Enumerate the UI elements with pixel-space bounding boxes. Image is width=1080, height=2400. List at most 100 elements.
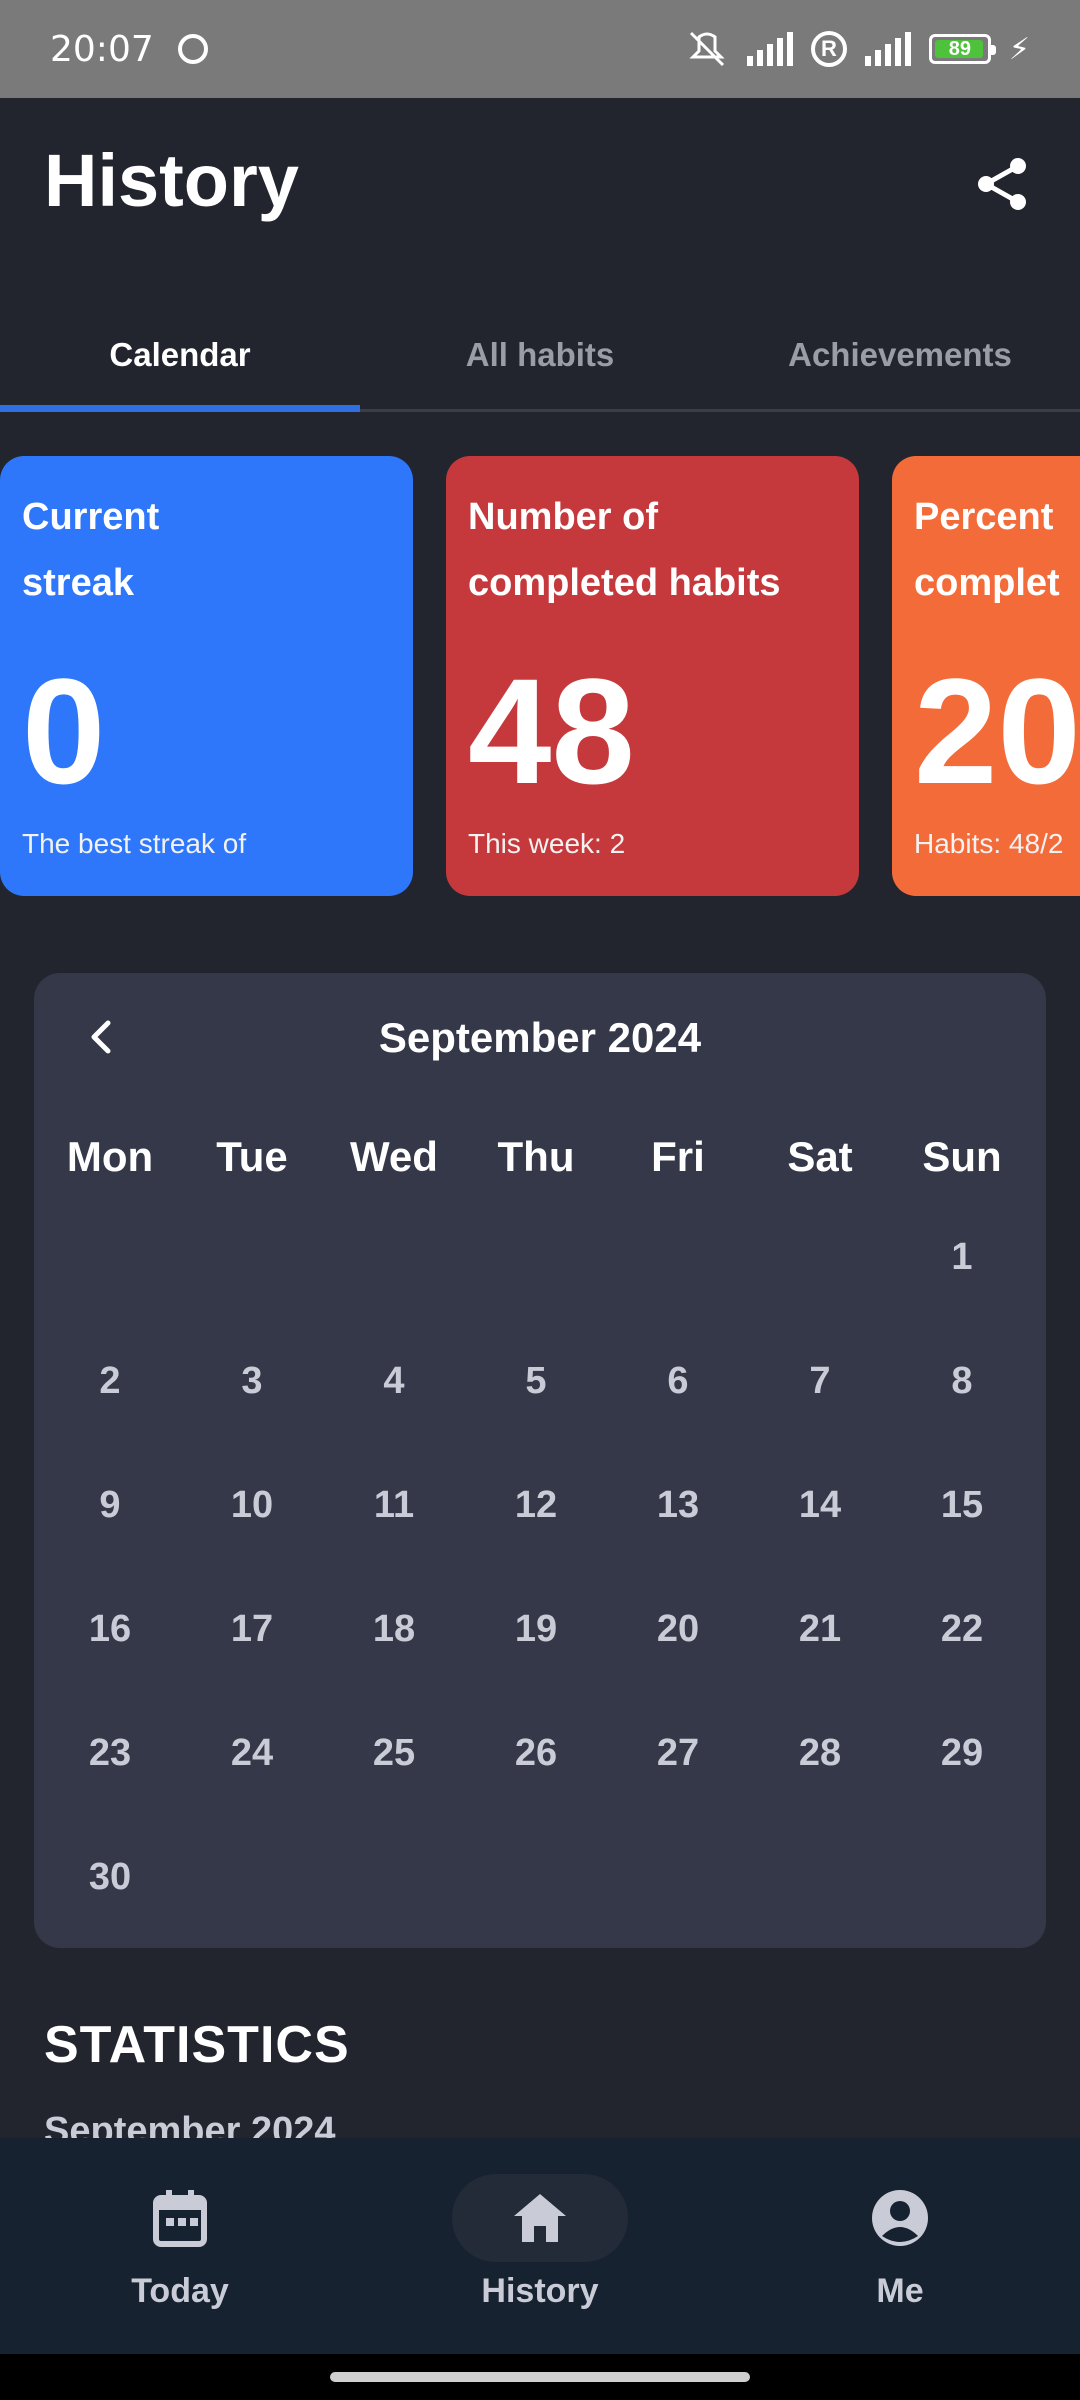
calendar-day[interactable] (181, 1225, 323, 1349)
calendar-day[interactable] (323, 1225, 465, 1349)
card-label: Percent (914, 496, 1054, 538)
weekday-label: Wed (350, 1133, 438, 1180)
calendar-day[interactable]: 23 (39, 1721, 181, 1845)
card-subtext: Habits: 48/2 (914, 828, 1064, 859)
calendar-day[interactable]: 11 (323, 1473, 465, 1597)
calendar-day[interactable] (323, 1845, 465, 1969)
tab-achievements[interactable]: Achievements (720, 300, 1080, 409)
signal-icon (746, 32, 793, 66)
nav-icon-wrap (812, 2174, 988, 2262)
nav-me[interactable]: Me (720, 2138, 1080, 2354)
calendar-day[interactable]: 22 (891, 1597, 1033, 1721)
card-label: complet (914, 562, 1060, 604)
tab-calendar[interactable]: Calendar (0, 300, 360, 412)
calendar-day[interactable]: 29 (891, 1721, 1033, 1845)
calendar-day[interactable]: 20 (607, 1597, 749, 1721)
calendar-day[interactable] (607, 1845, 749, 1969)
calendar-icon (153, 2190, 207, 2247)
calendar-day[interactable] (465, 1225, 607, 1349)
calendar-day[interactable]: 21 (749, 1597, 891, 1721)
calendar-day[interactable]: 14 (749, 1473, 891, 1597)
calendar-day[interactable]: 17 (181, 1597, 323, 1721)
share-icon[interactable] (972, 154, 1032, 214)
card-label: streak (22, 562, 134, 604)
status-bar: 20:07 R 89 ⚡ (0, 0, 1080, 98)
completed-habits-card[interactable]: Number of completed habits 48 This week:… (446, 456, 859, 896)
chevron-left-icon[interactable] (82, 1017, 122, 1057)
status-time: 20:07 (50, 28, 154, 70)
weekday-row: Mon Tue Wed Thu Fri Sat Sun (34, 1133, 1046, 1181)
calendar-day[interactable]: 8 (891, 1349, 1033, 1473)
nav-today[interactable]: Today (0, 2138, 360, 2354)
calendar-day[interactable]: 2 (39, 1349, 181, 1473)
calendar-day[interactable]: 28 (749, 1721, 891, 1845)
calendar-day[interactable]: 6 (607, 1349, 749, 1473)
calendar: September 2024 Mon Tue Wed Thu Fri Sat S… (34, 973, 1046, 1948)
calendar-day[interactable]: 26 (465, 1721, 607, 1845)
calendar-day[interactable]: 7 (749, 1349, 891, 1473)
calendar-day[interactable]: 25 (323, 1721, 465, 1845)
calendar-week: 9 10 11 12 13 14 15 (39, 1473, 1039, 1597)
calendar-week: 30 (39, 1845, 1039, 1969)
calendar-week: 2 3 4 5 6 7 8 (39, 1349, 1039, 1473)
calendar-day[interactable]: 12 (465, 1473, 607, 1597)
card-label: Current (22, 496, 160, 538)
account-icon (872, 2190, 928, 2246)
page-title: History (44, 139, 299, 222)
tab-bar: Calendar All habits Achievements (0, 300, 1080, 412)
calendar-day[interactable] (749, 1225, 891, 1349)
calendar-week: 16 17 18 19 20 21 22 (39, 1597, 1039, 1721)
nav-label: History (481, 2272, 599, 2310)
calendar-day[interactable]: 18 (323, 1597, 465, 1721)
card-value: 20 (914, 647, 1080, 815)
nav-label: Today (131, 2272, 229, 2310)
calendar-day[interactable]: 13 (607, 1473, 749, 1597)
card-value: 0 (22, 647, 106, 815)
calendar-day[interactable] (465, 1845, 607, 1969)
calendar-week: 23 24 25 26 27 28 29 (39, 1721, 1039, 1845)
weekday-label: Thu (497, 1133, 575, 1180)
signal-icon-2 (864, 32, 911, 66)
calendar-day[interactable]: 1 (891, 1225, 1033, 1349)
nav-label: Me (876, 2272, 924, 2310)
stat-cards-carousel[interactable]: Current streak 0 The best streak of Numb… (0, 456, 1080, 896)
current-streak-card[interactable]: Current streak 0 The best streak of (0, 456, 413, 896)
calendar-day[interactable]: 3 (181, 1349, 323, 1473)
calendar-day[interactable] (39, 1225, 181, 1349)
percent-completed-card[interactable]: Percent complet 20 Habits: 48/2 (892, 456, 1080, 896)
calendar-week: 1 (39, 1225, 1039, 1349)
calendar-grid: 1 2 3 4 5 6 7 8 9 10 11 12 13 14 15 16 1… (39, 1225, 1039, 1969)
calendar-day[interactable] (181, 1845, 323, 1969)
registered-icon: R (810, 31, 847, 67)
calendar-day[interactable]: 5 (465, 1349, 607, 1473)
nav-history[interactable]: History (360, 2138, 720, 2354)
charging-icon: ⚡ (1008, 32, 1030, 66)
tab-all-habits[interactable]: All habits (360, 300, 720, 409)
gesture-bar (0, 2354, 1080, 2400)
notification-app-icon (177, 34, 208, 64)
mute-vibrate-icon (689, 31, 725, 67)
calendar-day[interactable]: 19 (465, 1597, 607, 1721)
calendar-day[interactable]: 16 (39, 1597, 181, 1721)
weekday-label: Tue (216, 1133, 288, 1180)
calendar-day[interactable] (607, 1225, 749, 1349)
calendar-day[interactable] (891, 1845, 1033, 1969)
weekday-label: Fri (651, 1133, 705, 1180)
weekday-label: Mon (66, 1133, 154, 1180)
calendar-day[interactable] (749, 1845, 891, 1969)
card-subtext: This week: 2 (468, 828, 626, 859)
calendar-day[interactable]: 24 (181, 1721, 323, 1845)
nav-icon-wrap (92, 2174, 268, 2262)
card-label: Number of (468, 496, 658, 538)
weekday-label: Sat (787, 1133, 853, 1180)
home-indicator[interactable] (330, 2372, 750, 2382)
card-label: completed habits (468, 562, 781, 604)
calendar-day[interactable]: 30 (39, 1845, 181, 1969)
calendar-day[interactable]: 4 (323, 1349, 465, 1473)
calendar-day[interactable]: 10 (181, 1473, 323, 1597)
calendar-day[interactable]: 15 (891, 1473, 1033, 1597)
calendar-day[interactable]: 9 (39, 1473, 181, 1597)
card-subtext: The best streak of (22, 828, 247, 859)
calendar-day[interactable]: 27 (607, 1721, 749, 1845)
weekday-label: Sun (922, 1133, 1002, 1180)
